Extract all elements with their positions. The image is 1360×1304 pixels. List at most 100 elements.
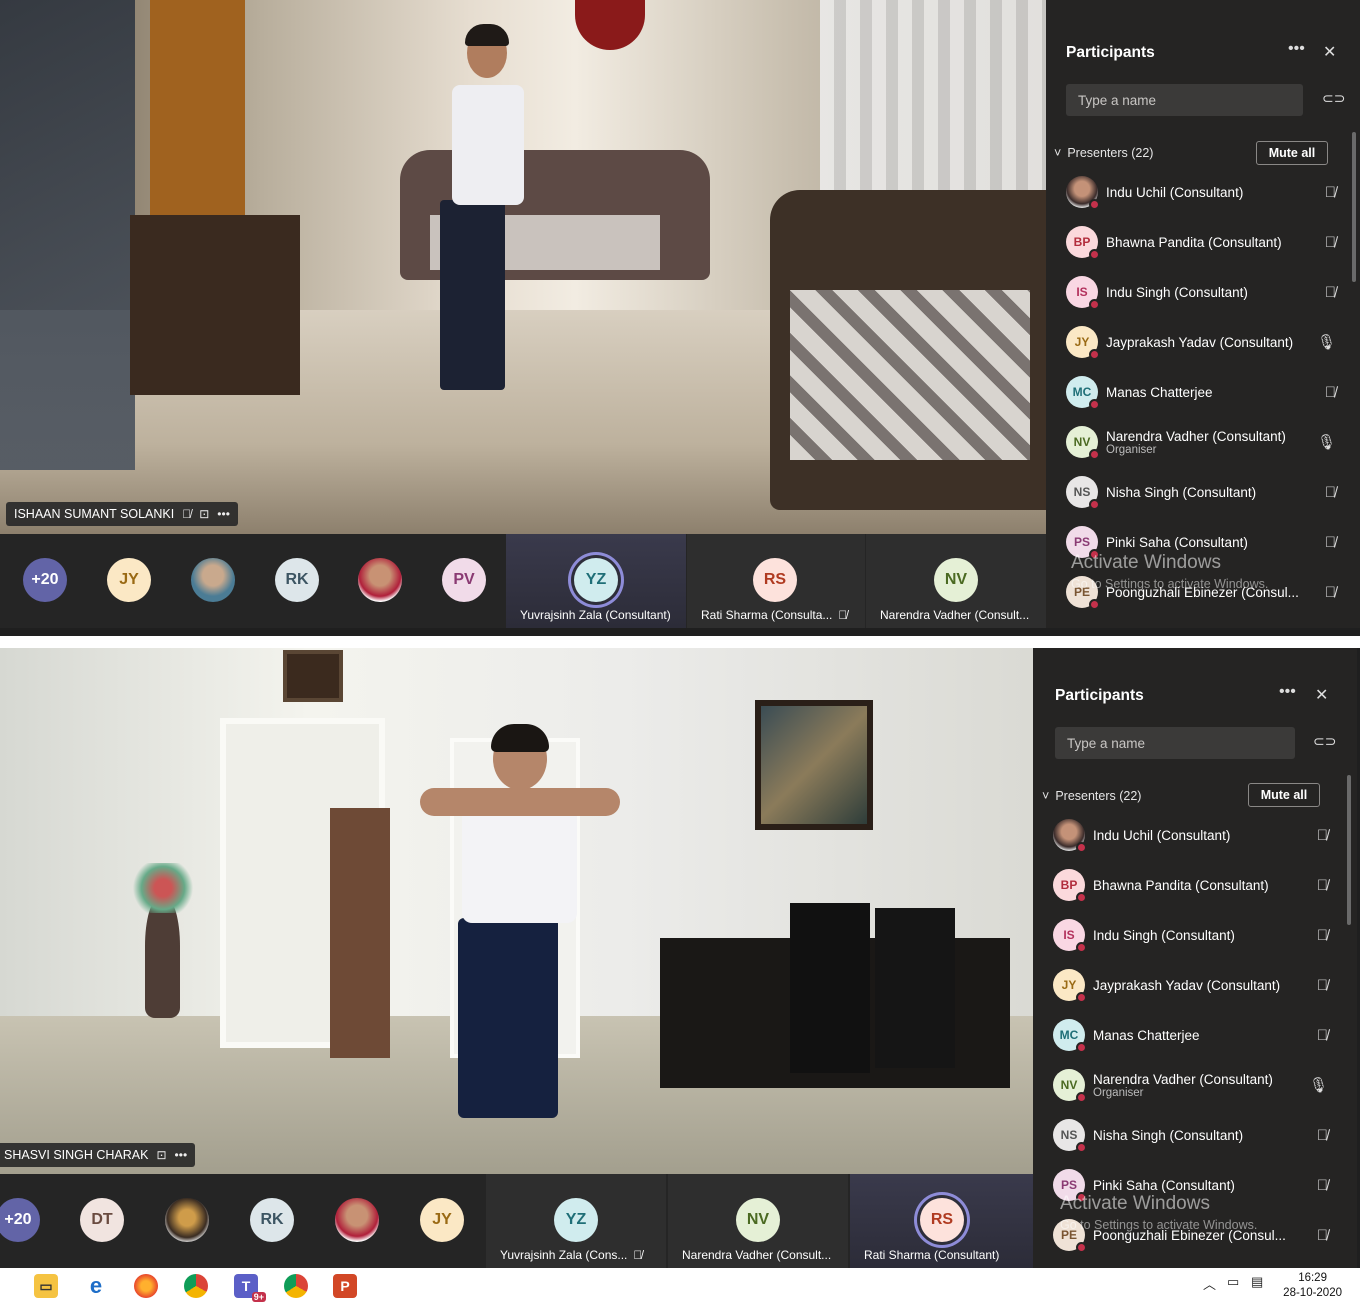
- participant-row[interactable]: Indu Uchil (Consultant) 🎙̸: [1053, 810, 1328, 860]
- notifications-icon[interactable]: ▤: [1251, 1274, 1263, 1290]
- mic-off-icon[interactable]: 🎙̸: [1325, 584, 1336, 601]
- video-tile[interactable]: NV Narendra Vadher (Consult...: [866, 534, 1046, 628]
- participants-panel: Participants ••• ✕ Type a name ⊂⊃ ˅ Pres…: [1046, 0, 1360, 628]
- mic-off-icon[interactable]: 🎙̸: [1317, 977, 1328, 994]
- participant-name: Pinki Saha (Consultant): [1106, 534, 1248, 550]
- participant-name: Narendra Vadher (Consultant): [1106, 428, 1286, 444]
- avatar[interactable]: DT: [80, 1198, 124, 1242]
- participant-row[interactable]: JY Jayprakash Yadav (Consultant) 🎙: [1066, 317, 1336, 367]
- show-hidden-icons-icon[interactable]: ︿: [1203, 1274, 1216, 1293]
- tile-name: Rati Sharma (Consulta...: [701, 608, 833, 622]
- chrome-profile-icon[interactable]: [284, 1274, 308, 1298]
- chrome-icon[interactable]: [184, 1274, 208, 1298]
- pin-icon[interactable]: ⊡: [156, 1148, 166, 1162]
- mic-off-icon[interactable]: 🎙̸: [1325, 384, 1336, 401]
- avatar-photo[interactable]: [358, 558, 402, 602]
- participant-row[interactable]: JY Jayprakash Yadav (Consultant) 🎙̸: [1053, 960, 1328, 1010]
- video-tile[interactable]: RS Rati Sharma (Consultant): [850, 1174, 1033, 1268]
- scrollbar[interactable]: [1352, 132, 1356, 282]
- mic-icon[interactable]: 🎙: [1309, 1076, 1328, 1094]
- presenters-section-header[interactable]: ˅ Presenters (22): [1042, 789, 1141, 803]
- avatar: BP: [1053, 869, 1087, 903]
- video-tile[interactable]: YZ Yuvrajsinh Zala (Consultant): [506, 534, 686, 628]
- more-options-icon[interactable]: •••: [175, 1148, 188, 1162]
- participant-row[interactable]: IS Indu Singh (Consultant) 🎙̸: [1053, 910, 1328, 960]
- video-tile[interactable]: RS Rati Sharma (Consulta... 🎙̸: [687, 534, 865, 628]
- main-video-feed[interactable]: ISHAAN SUMANT SOLANKI 🎙̸ ⊡ •••: [0, 0, 1046, 534]
- avatar: NS: [1066, 476, 1100, 510]
- mic-off-icon[interactable]: 🎙̸: [1317, 1127, 1328, 1144]
- mute-all-button[interactable]: Mute all: [1256, 141, 1328, 165]
- mic-off-icon[interactable]: 🎙̸: [1325, 284, 1336, 301]
- teams-meeting-window-1: ISHAAN SUMANT SOLANKI 🎙̸ ⊡ ••• +20 JY RK…: [0, 0, 1360, 636]
- mic-off-icon[interactable]: 🎙̸: [1317, 1177, 1328, 1194]
- mic-off-icon[interactable]: 🎙̸: [1325, 534, 1336, 551]
- participant-row[interactable]: BP Bhawna Pandita (Consultant) 🎙̸: [1053, 860, 1328, 910]
- mic-off-icon[interactable]: 🎙̸: [1325, 184, 1336, 201]
- participant-row[interactable]: NS Nisha Singh (Consultant) 🎙̸: [1053, 1110, 1328, 1160]
- mic-off-icon[interactable]: 🎙̸: [1317, 1027, 1328, 1044]
- scrollbar[interactable]: [1347, 775, 1351, 925]
- mic-off-icon[interactable]: 🎙̸: [1325, 234, 1336, 251]
- close-icon[interactable]: ✕: [1323, 42, 1336, 62]
- avatar[interactable]: PV: [442, 558, 486, 602]
- share-link-icon[interactable]: ⊂⊃: [1313, 733, 1336, 750]
- teams-icon[interactable]: T 9+: [234, 1274, 266, 1302]
- avatar[interactable]: JY: [107, 558, 151, 602]
- share-link-icon[interactable]: ⊂⊃: [1322, 90, 1345, 107]
- mic-off-icon[interactable]: 🎙̸: [1317, 1227, 1328, 1244]
- firefox-icon[interactable]: [134, 1274, 158, 1298]
- avatar: NV: [1053, 1069, 1087, 1103]
- mic-icon[interactable]: 🎙: [1317, 433, 1336, 451]
- video-tile[interactable]: NV Narendra Vadher (Consult...: [668, 1174, 848, 1268]
- more-options-icon[interactable]: •••: [1288, 40, 1305, 58]
- more-options-icon[interactable]: •••: [1279, 683, 1296, 701]
- participant-name: Nisha Singh (Consultant): [1106, 484, 1257, 500]
- participant-row[interactable]: NV Narendra Vadher (Consultant) Organiser 🎙: [1066, 417, 1336, 467]
- avatar: NV: [1066, 426, 1100, 460]
- overflow-participants[interactable]: +20: [23, 558, 67, 602]
- avatar-photo[interactable]: [191, 558, 235, 602]
- participant-row[interactable]: MC Manas Chatterjee 🎙̸: [1053, 1010, 1328, 1060]
- search-input[interactable]: Type a name: [1066, 84, 1303, 116]
- video-name-label: SHASVI SINGH CHARAK ⊡ •••: [0, 1143, 196, 1167]
- participant-role: Organiser: [1106, 443, 1157, 456]
- file-explorer-icon[interactable]: ▭: [34, 1274, 58, 1298]
- edge-browser-icon[interactable]: e: [84, 1273, 108, 1298]
- avatar-photo[interactable]: [165, 1198, 209, 1242]
- participant-row[interactable]: MC Manas Chatterjee 🎙̸: [1066, 367, 1336, 417]
- participant-row[interactable]: IS Indu Singh (Consultant) 🎙̸: [1066, 267, 1336, 317]
- participant-row[interactable]: NV Narendra Vadher (Consultant) Organiser 🎙: [1053, 1060, 1328, 1110]
- avatar: MC: [1066, 376, 1100, 410]
- participant-row[interactable]: Indu Uchil (Consultant) 🎙̸: [1066, 167, 1336, 217]
- participant-row[interactable]: BP Bhawna Pandita (Consultant) 🎙̸: [1066, 217, 1336, 267]
- close-icon[interactable]: ✕: [1315, 685, 1328, 705]
- mic-off-icon[interactable]: 🎙̸: [1325, 484, 1336, 501]
- participant-row[interactable]: NS Nisha Singh (Consultant) 🎙̸: [1066, 467, 1336, 517]
- avatar[interactable]: RK: [250, 1198, 294, 1242]
- more-options-icon[interactable]: •••: [217, 507, 230, 521]
- mute-all-button[interactable]: Mute all: [1248, 783, 1320, 807]
- main-video-feed[interactable]: SHASVI SINGH CHARAK ⊡ •••: [0, 648, 1033, 1174]
- panel-title: Participants: [1066, 44, 1155, 61]
- overflow-participants[interactable]: +20: [0, 1198, 40, 1242]
- video-tile[interactable]: YZ Yuvrajsinh Zala (Cons... 🎙̸: [486, 1174, 666, 1268]
- search-input[interactable]: Type a name: [1055, 727, 1295, 759]
- mic-icon[interactable]: 🎙: [1317, 333, 1336, 351]
- avatar: JY: [1066, 326, 1100, 360]
- participant-row[interactable]: PE Poonguzhali Ebinezer (Consul... 🎙̸: [1066, 567, 1336, 617]
- mic-off-icon[interactable]: 🎙̸: [1317, 927, 1328, 944]
- status-dot: [1089, 399, 1100, 410]
- pin-icon[interactable]: ⊡: [199, 507, 209, 521]
- avatar-photo[interactable]: [335, 1198, 379, 1242]
- avatar[interactable]: JY: [420, 1198, 464, 1242]
- mic-off-icon[interactable]: 🎙̸: [1317, 827, 1328, 844]
- system-clock[interactable]: 16:29 28-10-2020: [1283, 1271, 1342, 1301]
- power-icon[interactable]: ▭: [1227, 1274, 1239, 1290]
- participant-name: Narendra Vadher (Consultant): [1093, 1071, 1273, 1087]
- status-dot: [1076, 1142, 1087, 1153]
- mic-off-icon[interactable]: 🎙̸: [1317, 877, 1328, 894]
- presenters-section-header[interactable]: ˅ Presenters (22): [1054, 146, 1153, 160]
- powerpoint-icon[interactable]: P: [333, 1274, 357, 1298]
- avatar[interactable]: RK: [275, 558, 319, 602]
